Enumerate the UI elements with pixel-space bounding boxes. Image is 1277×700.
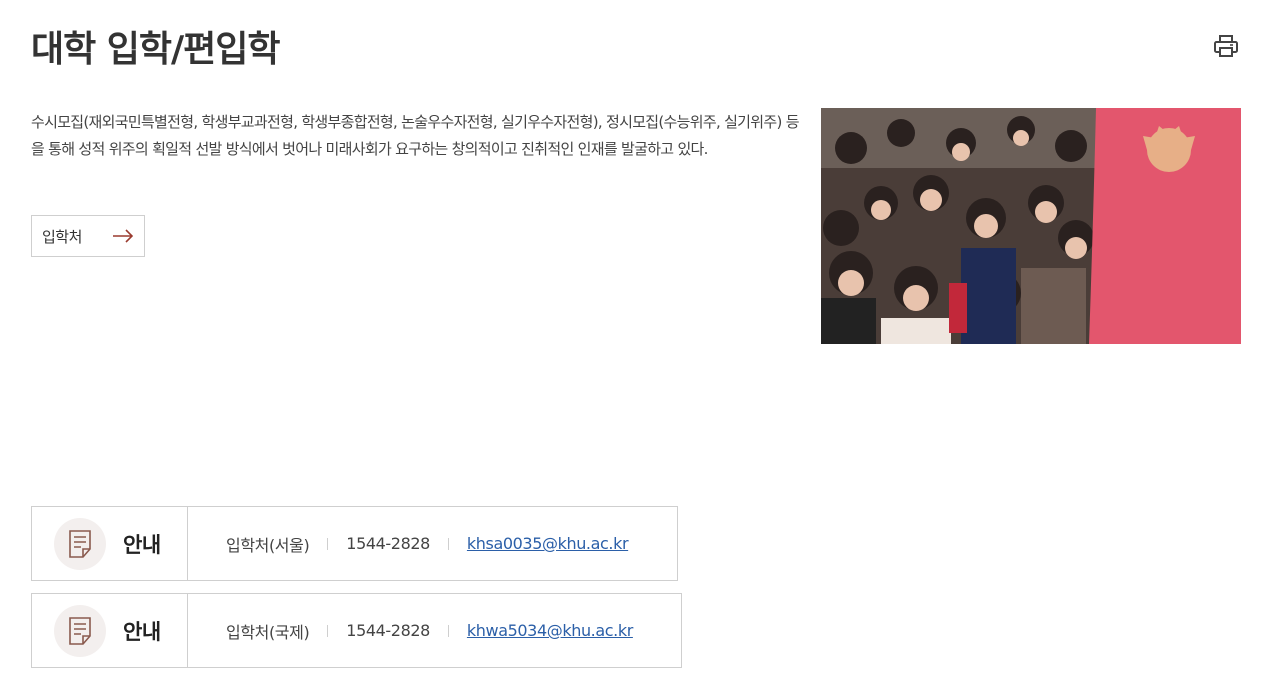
info-heading: 안내 [123, 619, 161, 644]
office-name: 입학처(서울) [226, 535, 310, 555]
document-icon [69, 616, 91, 645]
document-icon [69, 529, 91, 558]
info-box-header: 안내 [32, 594, 188, 667]
email-link[interactable]: khsa0035@khu.ac.kr [467, 534, 629, 553]
office-name: 입학처(국제) [226, 622, 310, 642]
document-icon-badge [54, 517, 106, 570]
divider [327, 624, 329, 637]
arrow-right-icon [113, 229, 134, 243]
contact-items: 입학처(서울) 1544-2828 khsa0035@khu.ac.kr [188, 532, 629, 556]
admissions-office-link-label: 입학처 [42, 227, 82, 246]
contact-items: 입학처(국제) 1544-2828 khwa5034@khu.ac.kr [188, 619, 633, 643]
email-link[interactable]: khwa5034@khu.ac.kr [467, 621, 633, 640]
info-box-header: 안내 [32, 507, 188, 580]
info-box-seoul: 안내 입학처(서울) 1544-2828 khsa0035@khu.ac.kr [31, 506, 678, 581]
divider [447, 537, 449, 550]
info-heading: 안내 [123, 532, 161, 557]
print-button[interactable] [1212, 32, 1240, 60]
printer-icon [1214, 35, 1238, 57]
phone-number: 1544-2828 [346, 621, 430, 640]
divider [447, 624, 449, 637]
intro-description: 수시모집(재외국민특별전형, 학생부교과전형, 학생부종합전형, 논술우수자전형… [31, 113, 800, 158]
page-title: 대학 입학/편입학 [31, 29, 281, 70]
divider [327, 537, 329, 550]
info-box-global: 안내 입학처(국제) 1544-2828 khwa5034@khu.ac.kr [31, 593, 682, 668]
students-crowd-photo [821, 108, 1241, 344]
phone-number: 1544-2828 [346, 534, 430, 553]
admissions-office-link[interactable]: 입학처 [31, 215, 145, 257]
document-icon-badge [54, 604, 106, 657]
